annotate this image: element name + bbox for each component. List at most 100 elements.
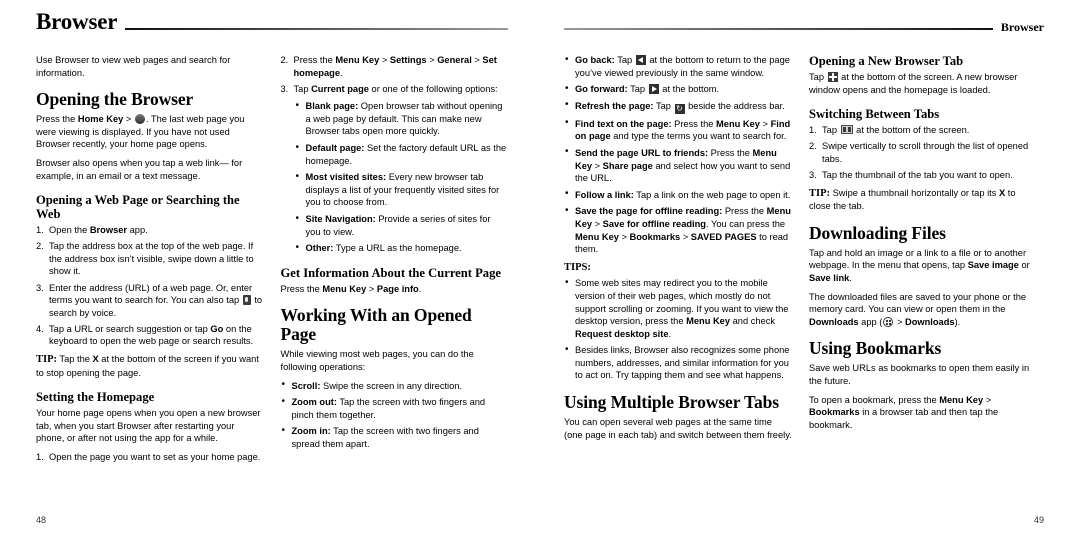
heading-opening-new-tab: Opening a New Browser Tab [809, 54, 964, 68]
sw1-a: Tap [822, 125, 840, 136]
dl-save-image: Save image [967, 260, 1019, 271]
send-bold: Share page [602, 160, 653, 171]
follow-text: Tap a link on the web page to open it. [633, 189, 791, 200]
option-label: Most visited sites: [305, 172, 387, 183]
home-step1: Open the page you want to set as your ho… [49, 451, 261, 462]
operation-label: Zoom out: [291, 397, 337, 408]
save-gt1: > [592, 218, 603, 229]
tip-stop-opening-page: TIP: Tap the X at the bottom of the scre… [36, 353, 264, 379]
list-item: 1. Open the Browser app. [36, 224, 264, 237]
list-item: Blank page: Open browser tab without ope… [295, 100, 509, 138]
operation-label: Refresh the page: [575, 100, 654, 111]
page-number-right: 49 [1033, 515, 1044, 525]
c2-gt1: > [379, 55, 390, 65]
c2-step2-menu: Menu Key [335, 55, 380, 65]
dl-e: . [849, 272, 852, 283]
c2-step3-a: Tap [293, 83, 312, 94]
column-2: 2. Press the Menu Key > Settings > Genera… [281, 54, 509, 469]
list-number: 1. [809, 125, 817, 136]
list-item: Send the page URL to friends: Press the … [564, 146, 792, 185]
dl2-d: > [894, 316, 905, 327]
pi-bold: Page info [376, 283, 419, 294]
c2-gt3: > [471, 55, 483, 65]
list-item: Go forward: Tap at the bottom. [564, 83, 792, 96]
find-menu: Menu Key [716, 118, 760, 129]
list-open-web-page: 1. Open the Browser app. 2. Tap the addres… [36, 224, 264, 348]
heading-get-information: Get Information About the Current Page [280, 265, 502, 280]
send-gt: > [592, 160, 603, 171]
list-page-operations: Scroll: Swipe the screen in any directio… [281, 379, 509, 451]
left-page: Browser Use Browser to view web pages an… [0, 0, 540, 539]
manual-spread: Browser Use Browser to view web pages an… [0, 0, 1080, 539]
operation-label: Zoom in: [291, 426, 331, 437]
save-bold1: Save for offline reading [602, 218, 706, 229]
left-page-columns: Use Browser to view web pages and search… [36, 54, 508, 469]
dl2-downloads: Downloads [809, 316, 859, 327]
heading-setting-the-homepage: Setting the Homepage [36, 390, 155, 405]
dl2-f: ). [954, 316, 961, 327]
tip1-b: and check [730, 316, 775, 327]
list-item: 3. Tap Current page or one of the followi… [281, 83, 509, 96]
tip1-bold: Request desktop site [575, 328, 669, 339]
step1-c: app. [127, 225, 148, 236]
find-end: and type the terms you want to search fo… [610, 131, 787, 142]
step4-bold: Go [210, 323, 224, 334]
find-a: Press the [671, 118, 717, 129]
dl-c: or [1018, 260, 1030, 271]
list-number: 2. [36, 241, 44, 252]
dl2-c: app ( [858, 316, 883, 327]
running-head: Browser [1000, 20, 1044, 34]
c2-step2-end: . [340, 67, 343, 78]
sw3-text: Tap the thumbnail of the tab you want to… [822, 169, 1013, 180]
save-a: Press the [722, 206, 767, 217]
list-item: Besides links, Browser also recognizes s… [564, 344, 792, 382]
send-a: Press the [708, 147, 753, 158]
list-number: 3. [36, 282, 44, 293]
dl2-a: The downloaded files are saved to your p… [809, 291, 1027, 315]
list-number: 2. [280, 55, 289, 65]
refresh-icon: ↻ [674, 103, 685, 114]
operation-label: Scroll: [291, 380, 321, 391]
heading-using-multiple-tabs: Using Multiple Browser Tabs [564, 392, 779, 413]
option-text: Type a URL as the homepage. [333, 243, 462, 254]
heading-opening-a-web-page: Opening a Web Page or Searching the Web [36, 193, 240, 222]
column-4: Opening a New Browser Tab Tap at the bot… [809, 54, 1037, 447]
bm-a: To open a bookmark, press the [809, 394, 940, 405]
tip1-end: . [668, 328, 672, 339]
text-press: Press the [36, 114, 78, 125]
list-item: Zoom out: Tap the screen with two finger… [281, 396, 509, 421]
pi-end: . [418, 283, 422, 294]
save-gt3: > [680, 231, 691, 242]
list-item: 1. Tap at the bottom of the screen. [809, 124, 1037, 137]
goback-a: Tap [614, 55, 635, 65]
heading-opening-the-browser: Opening the Browser [36, 89, 194, 110]
left-page-header: Browser [36, 0, 508, 42]
paragraph-homepage: Your home page opens when you open a new… [36, 408, 261, 444]
c2-general: General [437, 55, 472, 65]
dl2-downloads2: Downloads [904, 316, 955, 327]
step1-a: Open the [49, 225, 90, 236]
refresh-a: Tap [653, 100, 674, 111]
list-item: Find text on the page: Press the Menu Ke… [564, 117, 792, 143]
text-gt: > [123, 114, 134, 125]
tabs-icon [840, 125, 853, 135]
list-item: 4. Tap a URL or search suggestion or tap … [36, 323, 264, 348]
back-arrow-icon [635, 55, 646, 65]
newtab-a: Tap [809, 72, 827, 82]
intro-paragraph: Use Browser to view web pages and search… [36, 55, 231, 78]
tip1-menu: Menu Key [686, 316, 731, 327]
list-item: Go back: Tap at the bottom to return to … [564, 53, 792, 79]
microphone-icon [242, 295, 251, 306]
option-label: Site Navigation: [305, 214, 376, 225]
pi-gt: > [366, 283, 377, 294]
home-circle-icon [134, 114, 145, 125]
list-item: 1. Open the page you want to set as your … [36, 451, 264, 464]
c2-gt2: > [426, 55, 438, 65]
list-number: 1. [36, 225, 44, 236]
newtab-b: at the bottom of the screen. A new brows… [809, 72, 1018, 95]
option-label: Default page: [305, 143, 365, 154]
right-page-header: Browser [564, 0, 1044, 42]
paragraph-download-1: Tap and hold an image or a link to a fil… [809, 247, 1037, 285]
header-rule [564, 28, 993, 30]
pi-menu: Menu Key [322, 283, 367, 294]
